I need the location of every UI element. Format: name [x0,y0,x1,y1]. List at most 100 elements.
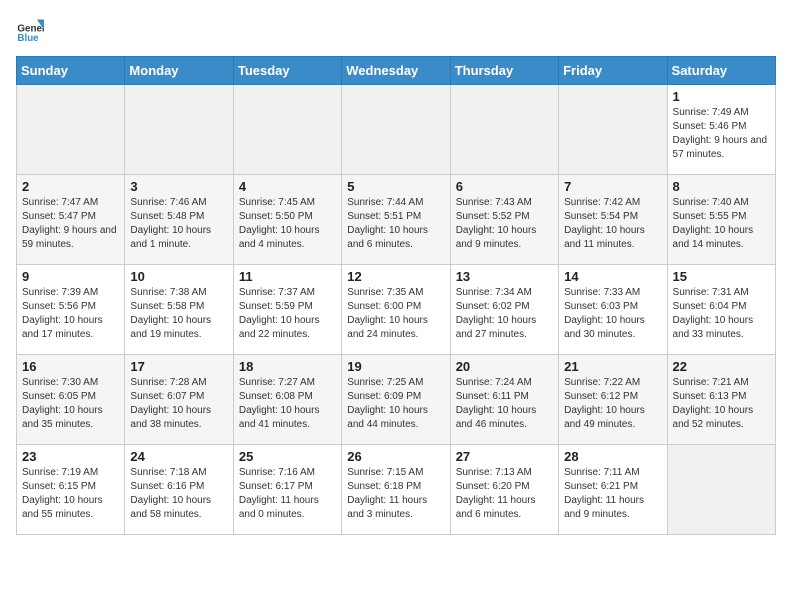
day-info: Sunrise: 7:22 AM Sunset: 6:12 PM Dayligh… [564,376,661,432]
calendar-day-cell: 27Sunrise: 7:13 AM Sunset: 6:20 PM Dayli… [450,445,558,535]
day-info: Sunrise: 7:44 AM Sunset: 5:51 PM Dayligh… [347,196,444,252]
svg-text:Blue: Blue [17,33,39,44]
day-info: Sunrise: 7:30 AM Sunset: 6:05 PM Dayligh… [22,376,119,432]
day-number: 10 [130,269,227,284]
calendar-day-cell: 2 Sunrise: 7:47 AM Sunset: 5:47 PM Daylig… [17,175,125,265]
calendar-table: SundayMondayTuesdayWednesdayThursdayFrid… [16,56,776,535]
day-number: 15 [673,269,770,284]
calendar-day-cell: 10 Sunrise: 7:38 AM Sunset: 5:58 PM Dayli… [125,265,233,355]
logo-icon: General Blue [16,16,44,44]
day-info: Sunrise: 7:33 AM Sunset: 6:03 PM Dayligh… [564,286,661,342]
day-number: 20 [456,359,553,374]
day-info: Sunrise: 7:11 AM Sunset: 6:21 PM Dayligh… [564,466,661,522]
day-info: Sunrise: 7:46 AM Sunset: 5:48 PM Dayligh… [130,196,227,252]
day-number: 3 [130,179,227,194]
calendar-day-cell: 12 Sunrise: 7:35 AM Sunset: 6:00 PM Dayli… [342,265,450,355]
day-number: 19 [347,359,444,374]
weekday-header-cell: Thursday [450,57,558,85]
day-number: 28 [564,449,661,464]
calendar-day-cell [559,85,667,175]
day-info: Sunrise: 7:13 AM Sunset: 6:20 PM Dayligh… [456,466,553,522]
day-info: Sunrise: 7:21 AM Sunset: 6:13 PM Dayligh… [673,376,770,432]
day-info: Sunrise: 7:42 AM Sunset: 5:54 PM Dayligh… [564,196,661,252]
day-number: 1 [673,89,770,104]
calendar-day-cell [342,85,450,175]
calendar-day-cell [450,85,558,175]
day-info: Sunrise: 7:45 AM Sunset: 5:50 PM Dayligh… [239,196,336,252]
calendar-day-cell: 17Sunrise: 7:28 AM Sunset: 6:07 PM Dayli… [125,355,233,445]
weekday-header-cell: Friday [559,57,667,85]
calendar-week-row: 16 Sunrise: 7:30 AM Sunset: 6:05 PM Dayli… [17,355,776,445]
calendar-day-cell: 25Sunrise: 7:16 AM Sunset: 6:17 PM Dayli… [233,445,341,535]
calendar-week-row: 2 Sunrise: 7:47 AM Sunset: 5:47 PM Daylig… [17,175,776,265]
day-number: 6 [456,179,553,194]
day-number: 9 [22,269,119,284]
day-number: 2 [22,179,119,194]
day-number: 12 [347,269,444,284]
day-info: Sunrise: 7:39 AM Sunset: 5:56 PM Dayligh… [22,286,119,342]
page-header: General Blue [16,16,776,44]
day-info: Sunrise: 7:37 AM Sunset: 5:59 PM Dayligh… [239,286,336,342]
calendar-day-cell: 4 Sunrise: 7:45 AM Sunset: 5:50 PM Daylig… [233,175,341,265]
calendar-day-cell: 21 Sunrise: 7:22 AM Sunset: 6:12 PM Dayli… [559,355,667,445]
calendar-day-cell: 3 Sunrise: 7:46 AM Sunset: 5:48 PM Daylig… [125,175,233,265]
day-number: 8 [673,179,770,194]
day-number: 7 [564,179,661,194]
calendar-day-cell: 8 Sunrise: 7:40 AM Sunset: 5:55 PM Daylig… [667,175,775,265]
day-info: Sunrise: 7:43 AM Sunset: 5:52 PM Dayligh… [456,196,553,252]
day-info: Sunrise: 7:31 AM Sunset: 6:04 PM Dayligh… [673,286,770,342]
day-info: Sunrise: 7:38 AM Sunset: 5:58 PM Dayligh… [130,286,227,342]
day-number: 4 [239,179,336,194]
day-number: 5 [347,179,444,194]
calendar-week-row: 23 Sunrise: 7:19 AM Sunset: 6:15 PM Dayli… [17,445,776,535]
weekday-header-cell: Monday [125,57,233,85]
weekday-header-cell: Wednesday [342,57,450,85]
calendar-day-cell: 9 Sunrise: 7:39 AM Sunset: 5:56 PM Daylig… [17,265,125,355]
calendar-day-cell [233,85,341,175]
day-info: Sunrise: 7:35 AM Sunset: 6:00 PM Dayligh… [347,286,444,342]
weekday-header-row: SundayMondayTuesdayWednesdayThursdayFrid… [17,57,776,85]
calendar-day-cell [667,445,775,535]
weekday-header-cell: Saturday [667,57,775,85]
calendar-day-cell: 20 Sunrise: 7:24 AM Sunset: 6:11 PM Dayli… [450,355,558,445]
day-number: 14 [564,269,661,284]
day-number: 24 [130,449,227,464]
day-info: Sunrise: 7:15 AM Sunset: 6:18 PM Dayligh… [347,466,444,522]
day-number: 22 [673,359,770,374]
calendar-day-cell [17,85,125,175]
day-number: 21 [564,359,661,374]
calendar-day-cell: 24 Sunrise: 7:18 AM Sunset: 6:16 PM Dayli… [125,445,233,535]
calendar-day-cell: 13 Sunrise: 7:34 AM Sunset: 6:02 PM Dayli… [450,265,558,355]
calendar-day-cell: 15 Sunrise: 7:31 AM Sunset: 6:04 PM Dayli… [667,265,775,355]
calendar-day-cell: 11 Sunrise: 7:37 AM Sunset: 5:59 PM Dayli… [233,265,341,355]
calendar-day-cell: 19 Sunrise: 7:25 AM Sunset: 6:09 PM Dayli… [342,355,450,445]
day-number: 26 [347,449,444,464]
calendar-day-cell: 7 Sunrise: 7:42 AM Sunset: 5:54 PM Daylig… [559,175,667,265]
day-info: Sunrise: 7:49 AM Sunset: 5:46 PM Dayligh… [673,106,770,162]
day-info: Sunrise: 7:40 AM Sunset: 5:55 PM Dayligh… [673,196,770,252]
day-info: Sunrise: 7:18 AM Sunset: 6:16 PM Dayligh… [130,466,227,522]
calendar-day-cell: 6 Sunrise: 7:43 AM Sunset: 5:52 PM Daylig… [450,175,558,265]
calendar-day-cell: 26 Sunrise: 7:15 AM Sunset: 6:18 PM Dayli… [342,445,450,535]
calendar-day-cell: 16 Sunrise: 7:30 AM Sunset: 6:05 PM Dayli… [17,355,125,445]
logo: General Blue [16,16,48,44]
calendar-day-cell: 1 Sunrise: 7:49 AM Sunset: 5:46 PM Daylig… [667,85,775,175]
day-info: Sunrise: 7:34 AM Sunset: 6:02 PM Dayligh… [456,286,553,342]
weekday-header-cell: Tuesday [233,57,341,85]
day-number: 11 [239,269,336,284]
calendar-week-row: 1 Sunrise: 7:49 AM Sunset: 5:46 PM Daylig… [17,85,776,175]
day-info: Sunrise: 7:47 AM Sunset: 5:47 PM Dayligh… [22,196,119,252]
calendar-day-cell: 14 Sunrise: 7:33 AM Sunset: 6:03 PM Dayli… [559,265,667,355]
calendar-day-cell: 23 Sunrise: 7:19 AM Sunset: 6:15 PM Dayli… [17,445,125,535]
day-info: Sunrise: 7:16 AM Sunset: 6:17 PM Dayligh… [239,466,336,522]
day-info: Sunrise: 7:19 AM Sunset: 6:15 PM Dayligh… [22,466,119,522]
calendar-day-cell: 5 Sunrise: 7:44 AM Sunset: 5:51 PM Daylig… [342,175,450,265]
day-info: Sunrise: 7:25 AM Sunset: 6:09 PM Dayligh… [347,376,444,432]
day-number: 23 [22,449,119,464]
calendar-day-cell: 28 Sunrise: 7:11 AM Sunset: 6:21 PM Dayli… [559,445,667,535]
calendar-body: 1 Sunrise: 7:49 AM Sunset: 5:46 PM Daylig… [17,85,776,535]
day-number: 13 [456,269,553,284]
day-number: 16 [22,359,119,374]
day-info: Sunrise: 7:24 AM Sunset: 6:11 PM Dayligh… [456,376,553,432]
day-number: 18 [239,359,336,374]
